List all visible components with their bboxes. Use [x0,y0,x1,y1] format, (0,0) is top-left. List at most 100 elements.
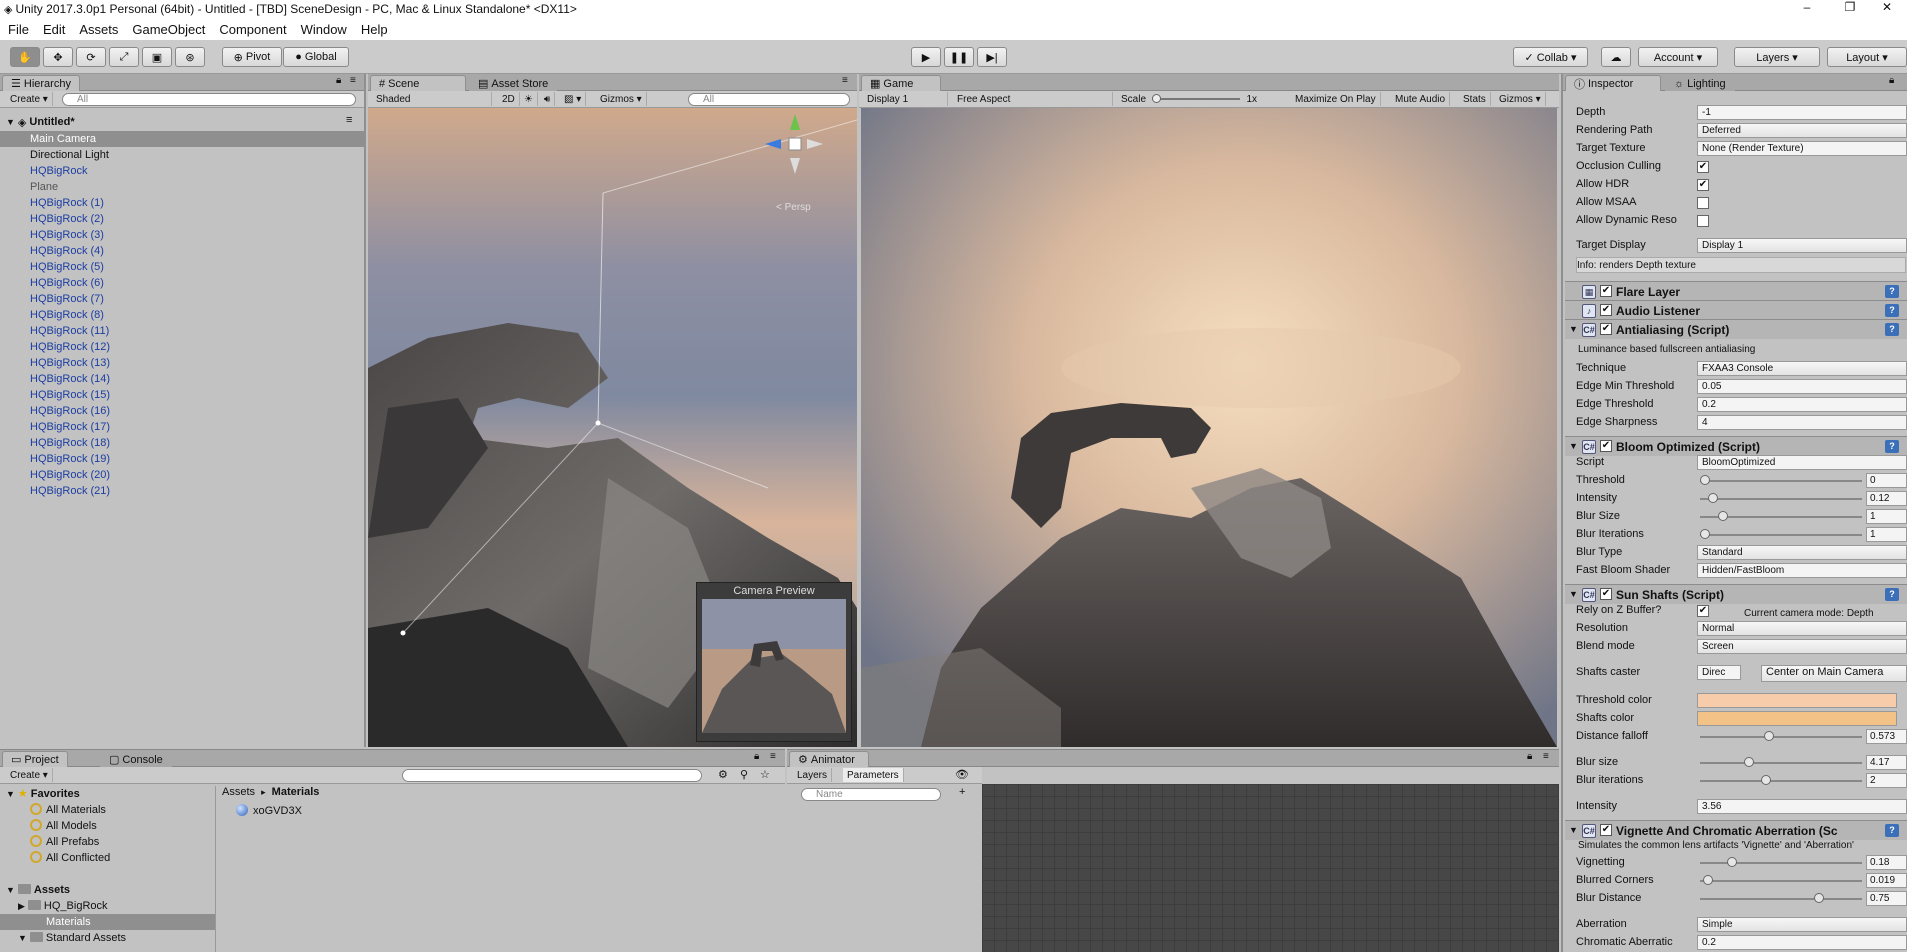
hierarchy-item[interactable]: HQBigRock (19) [30,451,110,467]
bloom-threshold-value[interactable]: 0 [1866,473,1907,488]
bloom-blur-iterations-knob[interactable] [1700,529,1710,539]
depth-field[interactable]: -1 [1697,105,1907,120]
audio-listener-header[interactable]: ♪ ✔ Audio Listener? [1565,300,1907,320]
shading-dropdown[interactable]: Shaded [372,92,492,106]
edge-threshold-field[interactable]: 0.2 [1697,397,1907,412]
help-icon[interactable]: ? [1885,323,1899,336]
component-enable-checkbox[interactable]: ✔ [1600,588,1612,600]
animator-parameters-tab[interactable]: Parameters [843,768,904,782]
help-icon[interactable]: ? [1885,304,1899,317]
eye-icon[interactable]: 👁︎ [955,768,969,781]
help-icon[interactable]: ? [1885,440,1899,453]
tab-console[interactable]: ▢ Console [100,751,172,767]
favorite-item[interactable]: All Materials [30,802,106,818]
sun-blur-size-slider[interactable] [1700,757,1862,767]
animator-graph[interactable] [982,784,1559,952]
lock-icon[interactable]: 🔒︎ [336,75,341,86]
hierarchy-item[interactable]: HQBigRock (18) [30,435,110,451]
play-button[interactable]: ▶ [911,47,941,67]
hierarchy-item[interactable]: HQBigRock (16) [30,403,110,419]
close-button[interactable]: ✕ [1867,0,1907,18]
layout-dropdown[interactable]: Layout ▾ [1827,47,1907,67]
animator-layers-tab[interactable]: Layers [793,768,833,782]
hierarchy-item[interactable]: HQBigRock (3) [30,227,104,243]
favorite-item[interactable]: All Prefabs [30,834,99,850]
component-enable-checkbox[interactable]: ✔ [1600,323,1612,335]
hierarchy-item[interactable]: Plane [30,179,58,195]
menu-edit[interactable]: Edit [43,22,65,37]
fold-arrow-icon[interactable]: ▼ [1569,441,1578,451]
scene-gizmos-dropdown[interactable]: Gizmos ▾ [596,92,647,106]
sun-blur-size-knob[interactable] [1744,757,1755,767]
bloom-blur-iterations-slider[interactable] [1700,529,1862,539]
effects-dropdown-icon[interactable]: ▨ ▾ [560,92,587,106]
menu-file[interactable]: File [8,22,29,37]
edge-sharpness-field[interactable]: 4 [1697,415,1907,430]
scene-root[interactable]: ▼ ◈ Untitled* ≡ [6,114,352,130]
tab-project[interactable]: ▭ Project [2,751,68,767]
sun-blur-size-value[interactable]: 4.17 [1866,755,1907,770]
lighting-toggle-icon[interactable]: ☀ [520,92,538,106]
rotate-tool-button[interactable]: ⟳ [76,47,106,67]
aberration-field[interactable]: Simple [1697,917,1907,932]
distance-falloff-slider[interactable] [1700,731,1862,741]
scene-menu-icon[interactable]: ≡ [346,114,352,126]
maximize-button[interactable]: ❐ [1830,0,1870,18]
technique-field[interactable]: FXAA3 Console [1697,361,1907,376]
maximize-on-play-toggle[interactable]: Maximize On Play [1291,92,1381,106]
pivot-toggle[interactable]: ⊕ Pivot [222,47,282,67]
layers-dropdown[interactable]: Layers ▾ [1734,47,1820,67]
hierarchy-item[interactable]: HQBigRock (11) [30,323,109,339]
target-texture-field[interactable]: None (Render Texture) [1697,141,1907,156]
material-file[interactable]: xoGVD3X [236,803,302,819]
project-create-button[interactable]: Create ▾ [6,768,53,782]
bloom-intensity-slider[interactable] [1700,493,1862,503]
hierarchy-create-button[interactable]: Create ▾ [6,92,53,106]
breadcrumb-root[interactable]: Assets [222,786,255,798]
hierarchy-item[interactable]: HQBigRock (20) [30,467,110,483]
antialiasing-header[interactable]: ▼ C# ✔ Antialiasing (Script)? [1565,319,1907,339]
project-menu-icon[interactable]: ≡ [770,751,776,762]
bloom-script-field[interactable]: BloomOptimized [1697,455,1907,470]
breadcrumb-leaf[interactable]: Materials [272,786,320,798]
animator-menu-icon[interactable]: ≡ [1543,751,1549,762]
persp-label[interactable]: < Persp [776,202,811,213]
target-display-field[interactable]: Display 1 [1697,238,1907,253]
blurred-corners-knob[interactable] [1703,875,1714,885]
mute-audio-toggle[interactable]: Mute Audio [1391,92,1451,106]
bloom-blur-iterations-value[interactable]: 1 [1866,527,1907,542]
shafts-color-swatch[interactable] [1697,711,1897,726]
hierarchy-item[interactable]: HQBigRock (13) [30,355,110,371]
blurred-corners-slider[interactable] [1700,875,1862,885]
add-parameter-button[interactable]: + [959,786,965,798]
hierarchy-item[interactable]: HQBigRock (6) [30,275,104,291]
resolution-field[interactable]: Normal [1697,621,1907,636]
transform-tool-button[interactable]: ⊛ [175,47,205,67]
menu-help[interactable]: Help [361,22,388,37]
animator-lock-icon[interactable]: 🔒︎ [1527,751,1532,762]
filter-type-icon[interactable]: ⚙ [718,768,728,781]
game-gizmos-dropdown[interactable]: Gizmos ▾ [1495,92,1546,106]
asset-folder[interactable]: ▶ HQ_BigRock [18,898,108,914]
bloom-blur-size-slider[interactable] [1700,511,1862,521]
bloom-optimized-header[interactable]: ▼ C# ✔ Bloom Optimized (Script)? [1565,436,1907,456]
asset-folder-selected[interactable]: Materials [0,914,215,930]
tab-animator[interactable]: ⚙ Animator [789,751,869,767]
hierarchy-item[interactable]: HQBigRock (1) [30,195,104,211]
distance-falloff-knob[interactable] [1763,731,1774,741]
2d-toggle[interactable]: 2D [498,92,520,106]
blurred-corners-value[interactable]: 0.019 [1866,873,1907,888]
component-enable-checkbox[interactable]: ✔ [1600,440,1612,452]
bloom-intensity-value[interactable]: 0.12 [1866,491,1907,506]
menu-window[interactable]: Window [301,22,347,37]
audio-toggle-icon[interactable]: 🔊︎ [540,92,556,106]
move-tool-button[interactable]: ✥ [43,47,73,67]
vignetting-knob[interactable] [1727,857,1738,867]
stats-toggle[interactable]: Stats [1459,92,1491,106]
hierarchy-item[interactable]: HQBigRock (14) [30,371,110,387]
hierarchy-item[interactable]: Directional Light [30,147,109,163]
favorites-header[interactable]: ▼ ★ Favorites [6,786,80,802]
fold-arrow-icon[interactable]: ▼ [1569,825,1578,835]
scale-knob[interactable] [1152,94,1162,103]
hierarchy-item[interactable]: HQBigRock (5) [30,259,104,275]
